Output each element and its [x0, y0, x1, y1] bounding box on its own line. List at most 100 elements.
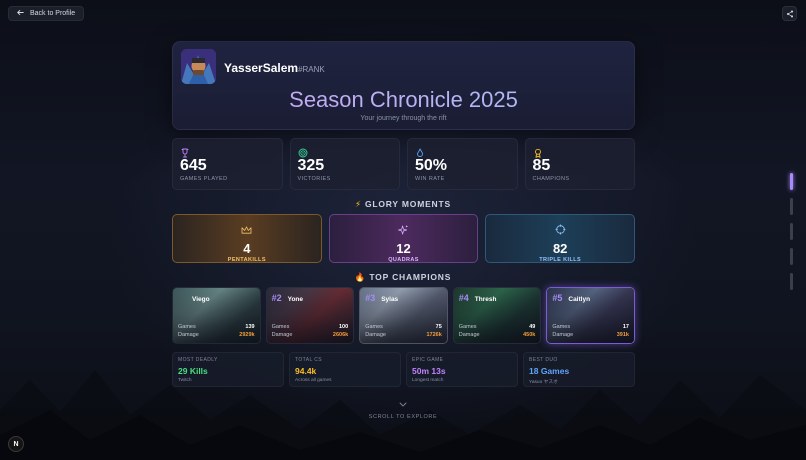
pager-dot[interactable] [790, 198, 793, 215]
record-most-deadly: MOST DEADLY 29 Kills Twitch [172, 352, 284, 387]
trophy-icon [180, 145, 190, 158]
champion-card-caitlyn[interactable]: #5 Caitlyn Games 17 Damage 391k [546, 287, 635, 344]
stats-row: 645 GAMES PLAYED 325 VICTORIES 50% WIN R… [172, 138, 635, 190]
glory-value: 82 [552, 241, 568, 256]
app-badge[interactable]: N [8, 436, 24, 452]
record-sub: Across all games [295, 378, 332, 383]
champion-name: Sylas [381, 296, 399, 303]
back-to-profile-button[interactable]: Back to Profile [8, 6, 85, 21]
app-badge-label: N [13, 440, 19, 448]
medal-icon [533, 145, 543, 158]
damage-value: 2606k [332, 332, 349, 338]
top-champions-row: Viego Games 139 Damage 2929k #2 Yone Games… [172, 287, 635, 344]
target-icon [298, 145, 308, 158]
games-label: Games [365, 324, 383, 330]
champion-card-yone[interactable]: #2 Yone Games 100 Damage 2606k [265, 287, 355, 344]
stat-card-victories: 325 VICTORIES [289, 138, 400, 190]
stat-card-win-rate: 50% WIN RATE [407, 138, 518, 190]
record-best-duo: BEST DUO 18 Games Yasuo ヤスオ [523, 352, 635, 387]
season-header-card: YasserSalem#RANK Season Chronicle 2025 Y… [172, 41, 635, 130]
stat-label: WIN RATE [415, 176, 445, 182]
champion-rank: #3 [365, 293, 376, 303]
champion-name: Yone [287, 296, 304, 303]
stat-card-games: 645 GAMES PLAYED [172, 138, 283, 190]
record-epic-game: EPIC GAME 50m 13s Longest match [406, 352, 518, 387]
page-title: Season Chronicle 2025 [173, 87, 634, 113]
page-subtitle: Your journey through the rift [360, 115, 447, 122]
record-value: 18 Games [529, 366, 570, 376]
pager-dot[interactable] [790, 173, 793, 190]
champion-rank: #5 [552, 293, 563, 303]
pager-dot[interactable] [790, 248, 793, 265]
summoner-tag: #RANK [298, 65, 325, 74]
stat-card-champions: 85 CHAMPIONS [524, 138, 635, 190]
damage-label: Damage [271, 332, 293, 338]
champion-name: Viego [192, 296, 210, 303]
stat-value: 645 [180, 157, 207, 174]
record-title: MOST DEADLY [178, 357, 218, 363]
games-value: 49 [529, 324, 536, 330]
stat-value: 85 [532, 157, 551, 174]
sparkles-icon [398, 222, 409, 239]
record-value: 94.4k [295, 366, 317, 376]
share-icon [786, 5, 794, 23]
back-label: Back to Profile [30, 10, 76, 17]
section-pager[interactable] [790, 173, 793, 290]
glory-moments-heading: ⚡ GLORY MOMENTS [0, 199, 806, 210]
arrow-left-icon [17, 9, 24, 18]
champion-rank: #4 [458, 293, 469, 303]
pager-dot[interactable] [790, 223, 793, 240]
triple-kills-card: 82 TRIPLE KILLS [485, 214, 636, 263]
stat-label: GAMES PLAYED [180, 176, 228, 182]
chevron-down-icon [399, 394, 407, 411]
damage-value: 1726k [426, 332, 442, 338]
glory-label: PENTAKILLS [227, 257, 266, 263]
champion-card-sylas[interactable]: #3 Sylas Games 75 Damage 1726k [359, 287, 448, 344]
record-sub: Twitch [178, 378, 192, 383]
games-value: 139 [245, 324, 255, 330]
top-champions-title: TOP CHAMPIONS [369, 272, 452, 282]
fire-icon: 🔥 [354, 272, 367, 282]
crown-icon [241, 222, 252, 239]
stat-value: 325 [297, 157, 325, 174]
crosshair-icon [555, 222, 566, 239]
glory-value: 4 [243, 241, 251, 256]
glory-label: QUADRAS [388, 257, 419, 263]
stat-value: 50% [415, 157, 448, 174]
games-label: Games [552, 324, 571, 330]
flame-icon [415, 145, 425, 157]
champion-name: Caitlyn [568, 296, 591, 303]
pager-dot[interactable] [790, 273, 793, 290]
games-value: 17 [622, 324, 629, 330]
glory-value: 12 [396, 241, 411, 256]
pentakills-card: 4 PENTAKILLS [172, 214, 322, 263]
record-value: 29 Kills [178, 366, 208, 376]
damage-label: Damage [365, 332, 386, 338]
damage-value: 2929k [239, 332, 255, 338]
champion-card-viego[interactable]: Viego Games 139 Damage 2929k [172, 287, 261, 344]
record-title: TOTAL CS [295, 357, 323, 363]
champion-name: Thresh [474, 296, 497, 303]
damage-label: Damage [458, 332, 480, 338]
damage-value: 450k [523, 332, 536, 338]
record-sub: Yasuo ヤスオ [529, 380, 558, 385]
games-value: 100 [339, 324, 349, 330]
stat-label: VICTORIES [297, 176, 331, 182]
avatar [181, 49, 216, 84]
damage-label: Damage [552, 332, 574, 338]
record-sub: Longest match [412, 378, 444, 383]
record-total-cs: TOTAL CS 94.4k Across all games [289, 352, 401, 387]
scroll-hint[interactable]: SCROLL TO EXPLORE [0, 394, 806, 420]
champion-card-thresh[interactable]: #4 Thresh Games 49 Damage 450k [452, 287, 542, 344]
stat-label: CHAMPIONS [532, 176, 570, 182]
top-champions-heading: 🔥 TOP CHAMPIONS [0, 272, 806, 283]
glory-label: TRIPLE KILLS [539, 257, 582, 263]
games-label: Games [458, 324, 477, 330]
record-title: BEST DUO [529, 357, 558, 363]
glory-moments-row: 4 PENTAKILLS 12 QUADRAS 82 TRIPLE KILLS [172, 214, 636, 263]
games-value: 75 [435, 324, 442, 330]
games-label: Games [271, 324, 290, 330]
damage-label: Damage [178, 332, 199, 338]
share-button[interactable] [782, 6, 797, 21]
summoner-name: YasserSalem [224, 61, 299, 75]
